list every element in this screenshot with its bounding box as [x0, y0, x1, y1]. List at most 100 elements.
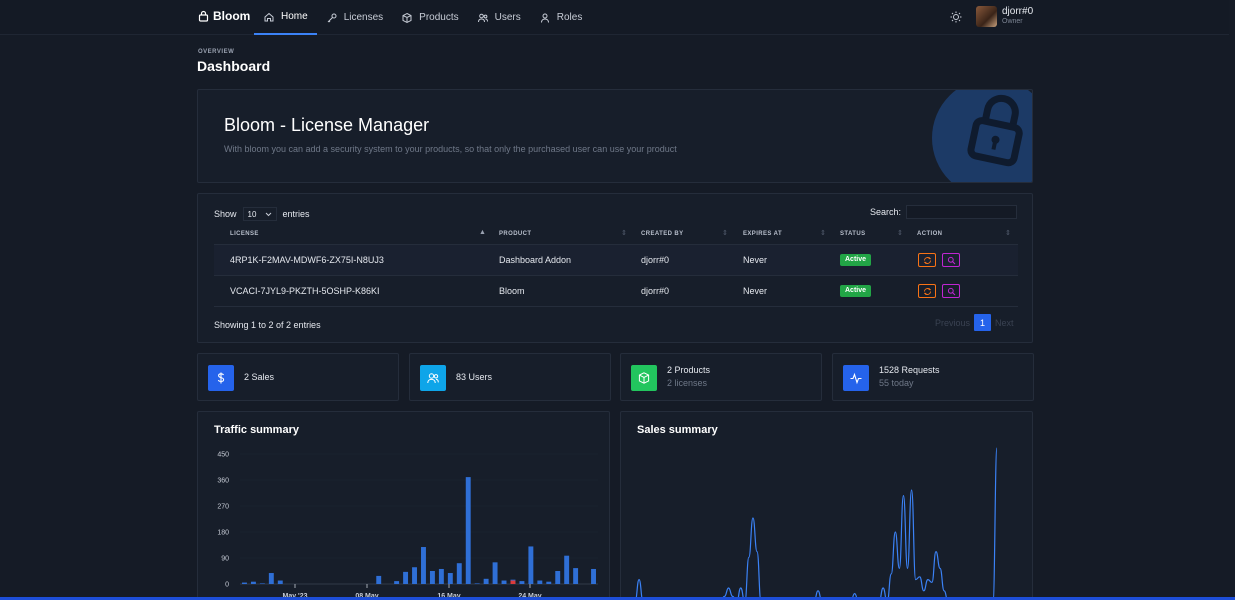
nav-home[interactable]: Home — [254, 0, 317, 35]
bar — [546, 581, 552, 584]
renew-button[interactable] — [918, 284, 936, 298]
hero-subtitle: With bloom you can add a security system… — [224, 144, 677, 154]
table-row: 4RP1K-F2MAV-MDWF6-ZX75I-N8UJ3 Dashboard … — [214, 245, 1018, 276]
cell-created-by: djorr#0 — [641, 255, 670, 265]
stat-sales-value: 2 Sales — [244, 372, 275, 382]
th-created-by[interactable]: CREATED BY — [641, 231, 684, 237]
view-button[interactable] — [942, 284, 960, 298]
nav-licenses[interactable]: Licenses — [317, 0, 392, 35]
pagination-previous[interactable]: Previous — [935, 318, 970, 328]
bar — [268, 573, 274, 584]
brand-logo[interactable]: Bloom — [198, 9, 250, 23]
main-nav: Home Licenses Products Users Roles — [254, 0, 591, 35]
user-role: Owner — [1002, 18, 1023, 25]
bar — [438, 568, 444, 584]
search-icon — [947, 287, 955, 295]
bar — [555, 571, 561, 584]
vertical-scrollbar[interactable] — [1229, 0, 1235, 600]
avatar[interactable] — [976, 6, 997, 27]
search-input[interactable] — [906, 205, 1017, 219]
home-icon — [264, 12, 274, 21]
bar — [537, 580, 543, 584]
page-title: Dashboard — [197, 58, 271, 74]
pagination: Previous 1 Next — [935, 314, 1014, 331]
bar — [394, 581, 400, 584]
entries-control: Show 10 entries — [214, 207, 310, 221]
table-info: Showing 1 to 2 of 2 entries — [214, 320, 321, 330]
licenses-table-card: Show 10 entries Search: LICENSE ▲ PRODUC… — [197, 193, 1033, 343]
stat-requests-sub: 55 today — [879, 378, 914, 388]
sort-icon[interactable]: ⇕ — [621, 229, 627, 237]
pagination-next[interactable]: Next — [995, 318, 1014, 328]
y-tick-label: 90 — [221, 556, 229, 563]
status-badge: Active — [840, 254, 872, 266]
bar — [573, 568, 579, 584]
pagination-page-1[interactable]: 1 — [974, 314, 992, 331]
sort-icon[interactable]: ⇕ — [897, 229, 903, 237]
renew-button[interactable] — [918, 253, 936, 267]
traffic-chart-card: Traffic summary 450360270180900May '2308… — [197, 411, 610, 600]
cell-product: Dashboard Addon — [499, 255, 572, 265]
stat-requests-value: 1528 Requests — [879, 365, 940, 375]
cell-license: 4RP1K-F2MAV-MDWF6-ZX75I-N8UJ3 — [230, 255, 384, 265]
bar — [421, 547, 426, 584]
stat-card-sales: 2 Sales — [197, 353, 399, 401]
th-license[interactable]: LICENSE — [230, 231, 259, 237]
view-button[interactable] — [942, 253, 960, 267]
user-name[interactable]: djorr#0 — [1002, 6, 1033, 17]
traffic-chart: 450360270180900May '2308 May16 May24 May — [217, 452, 598, 600]
entries-select[interactable]: 10 — [242, 207, 277, 221]
y-tick-label: 180 — [217, 530, 229, 537]
th-status[interactable]: STATUS — [840, 231, 866, 237]
bar — [501, 580, 507, 584]
hero-title: Bloom - License Manager — [224, 115, 430, 135]
bar — [412, 567, 417, 584]
th-product[interactable]: PRODUCT — [499, 231, 531, 237]
nav-products-label: Products — [419, 12, 459, 23]
nav-licenses-label: Licenses — [343, 12, 384, 23]
bar — [564, 555, 570, 584]
th-expires-at[interactable]: EXPIRES AT — [743, 231, 782, 237]
nav-products[interactable]: Products — [392, 0, 467, 35]
th-action[interactable]: ACTION — [917, 231, 942, 237]
bar — [259, 583, 265, 584]
chevron-down-icon — [265, 212, 271, 216]
sun-icon[interactable] — [949, 10, 963, 24]
bar — [447, 573, 453, 584]
entries-label: entries — [282, 209, 310, 219]
search-label: Search: — [870, 207, 902, 217]
users-icon — [420, 365, 446, 391]
y-tick-label: 270 — [217, 504, 229, 511]
cell-product: Bloom — [499, 286, 525, 296]
bar — [456, 563, 462, 584]
lock-icon — [198, 10, 209, 22]
sales-line — [635, 447, 998, 600]
hero-card: Bloom - License Manager With bloom you c… — [197, 89, 1033, 183]
stat-card-users: 83 Users — [409, 353, 611, 401]
activity-icon — [843, 365, 869, 391]
sort-icon[interactable]: ⇕ — [1005, 229, 1011, 237]
bar — [510, 580, 516, 584]
dollar-icon — [208, 365, 234, 391]
search-icon — [947, 256, 955, 264]
box-icon — [631, 365, 657, 391]
y-tick-label: 450 — [217, 452, 229, 459]
stat-card-products: 2 Products 2 licenses — [620, 353, 822, 401]
table-header: LICENSE ▲ PRODUCT ⇕ CREATED BY ⇕ EXPIRES… — [214, 225, 1018, 245]
sort-icon[interactable]: ⇕ — [820, 229, 826, 237]
refresh-icon — [923, 287, 931, 295]
sort-icon[interactable]: ⇕ — [722, 229, 728, 237]
sort-asc-icon[interactable]: ▲ — [479, 229, 486, 236]
bar — [519, 581, 525, 584]
brand-name: Bloom — [213, 9, 251, 23]
nav-roles[interactable]: Roles — [530, 0, 592, 35]
table-row: VCACI-7JYL9-PKZTH-5OSHP-K86KI Bloom djor… — [214, 276, 1018, 307]
sales-chart-card: Sales summary — [620, 411, 1033, 600]
bar — [403, 571, 409, 584]
bar — [483, 578, 489, 584]
stat-products-sub: 2 licenses — [667, 378, 708, 388]
stat-users-value: 83 Users — [456, 372, 493, 382]
cell-expires-at: Never — [743, 286, 768, 296]
cell-created-by: djorr#0 — [641, 286, 670, 296]
nav-users[interactable]: Users — [468, 0, 530, 35]
